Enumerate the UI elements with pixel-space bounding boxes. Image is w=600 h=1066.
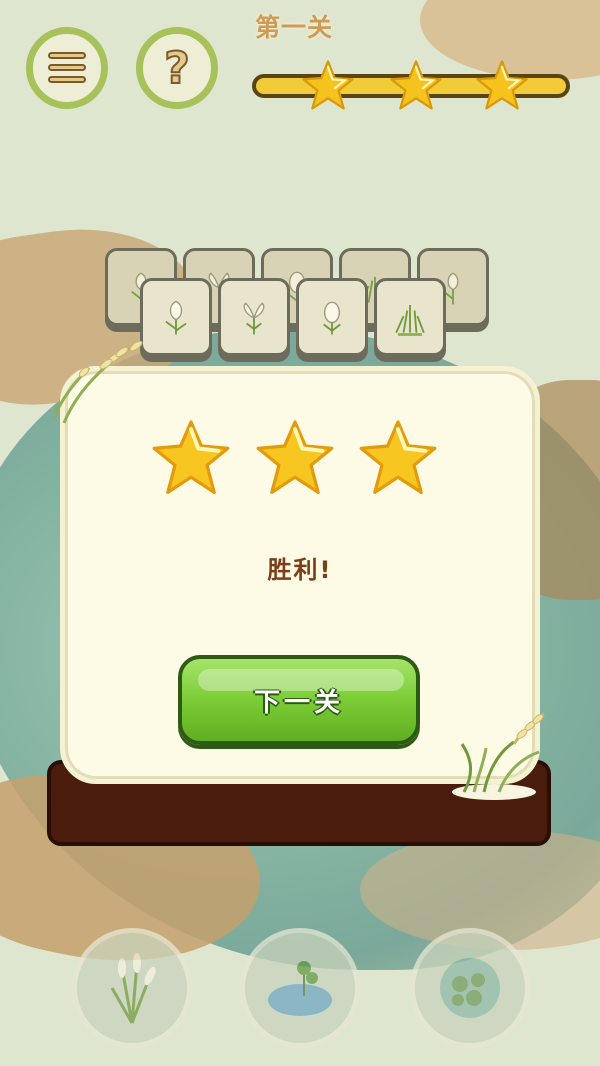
crocus-icon: [243, 302, 265, 335]
help-button[interactable]: ?: [136, 27, 218, 109]
menu-list-icon: [48, 52, 86, 84]
tulip-icon: [165, 300, 187, 335]
lotus-pond-icon: [268, 961, 332, 1016]
egg-flower-icon: [323, 301, 341, 335]
tile-crocus[interactable]: [218, 278, 290, 356]
result-star-icon: [256, 420, 334, 494]
tile-grass[interactable]: [374, 278, 446, 356]
progress-star-icon: [476, 60, 528, 110]
level-title: 第一关: [255, 13, 334, 42]
grass-decoration-icon: [452, 712, 545, 800]
item-lily-pad-button[interactable]: [410, 928, 530, 1048]
grass-icon: [395, 305, 425, 336]
reed-plant-icon: [110, 953, 156, 1024]
menu-button[interactable]: [26, 27, 108, 109]
item-lotus-pond-button[interactable]: [240, 928, 360, 1048]
next-level-button[interactable]: 下一关: [178, 655, 420, 745]
result-star-icon: [152, 420, 230, 494]
progress-star-icon: [390, 60, 442, 110]
result-star-icon: [359, 420, 437, 494]
result-text: 胜利!: [267, 556, 333, 584]
lily-pad-icon: [440, 958, 500, 1018]
tile-egg-flower[interactable]: [296, 278, 368, 356]
wheat-decoration-icon: [52, 340, 143, 424]
progress-star-icon: [302, 60, 354, 110]
item-reed-button[interactable]: [72, 928, 192, 1048]
question-mark-icon: ?: [163, 42, 190, 95]
next-level-label: 下一关: [253, 687, 344, 718]
